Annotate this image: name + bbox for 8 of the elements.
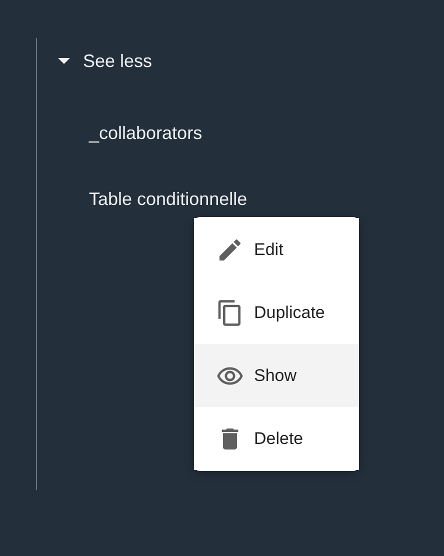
menu-item[interactable]: Show	[194, 344, 359, 407]
menu-item[interactable]: Duplicate	[194, 281, 359, 344]
caret-icon	[58, 57, 70, 65]
tree-item[interactable]: _collaborators	[37, 120, 444, 146]
menu-item[interactable]: Delete	[194, 407, 359, 470]
menu-item[interactable]: Edit	[194, 218, 359, 281]
see-less-toggle[interactable]: See less	[37, 48, 152, 74]
tree-item[interactable]: Table conditionnelle	[37, 186, 444, 212]
